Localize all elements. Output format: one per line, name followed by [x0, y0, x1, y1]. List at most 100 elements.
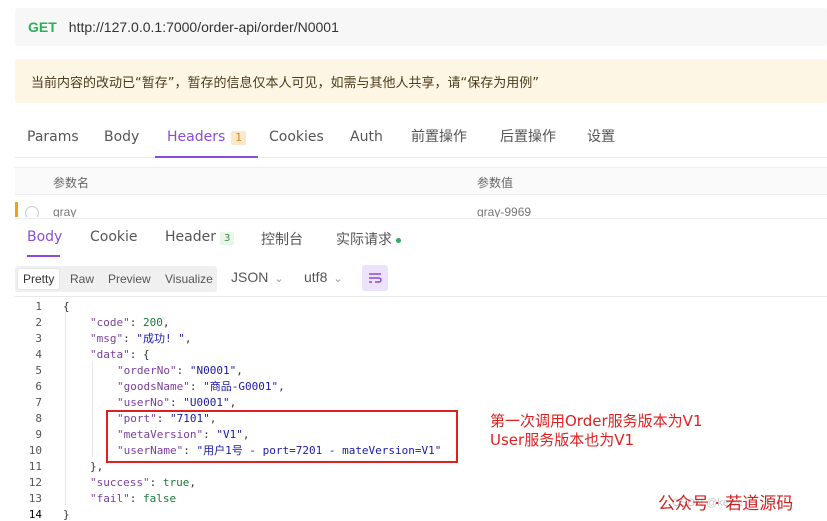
wrap-lines-button[interactable]	[362, 265, 388, 291]
line-number: 14	[28, 508, 42, 521]
code-token: "成功! "	[136, 332, 185, 345]
url-bar[interactable]: GET http://127.0.0.1:7000/order-api/orde…	[15, 8, 827, 46]
code-token: "U0001"	[183, 396, 230, 409]
tab-pre-request[interactable]: 前置操作	[411, 118, 467, 158]
params-table-header: 参数名 参数值	[15, 167, 827, 195]
code-token: {	[63, 300, 70, 313]
code-token: ,	[189, 476, 196, 489]
header-count-badge: 3	[219, 232, 235, 245]
resp-tab-cookie[interactable]: Cookie	[90, 229, 138, 245]
view-raw[interactable]: Raw	[65, 269, 99, 289]
col-param-value: 参数值	[477, 176, 514, 190]
code-token: :	[169, 396, 184, 409]
code-line: "msg": "成功! ",	[90, 331, 192, 347]
code-token: "商品-G0001"	[203, 380, 279, 393]
line-number: 4	[35, 348, 42, 361]
code-token: ,	[278, 380, 285, 393]
code-token: "userNo"	[117, 396, 170, 409]
response-toolbar: Pretty Raw Preview Visualize JSON ⌄ utf8 ⌄	[15, 263, 827, 293]
code-token: true	[162, 476, 190, 489]
line-number: 6	[35, 380, 42, 393]
line-number-gutter: 1 2 3 4 5 6 7 8 9 10 11 12 13 14	[15, 297, 50, 521]
indent-guide	[92, 361, 93, 457]
line-number: 8	[35, 412, 42, 425]
param-value[interactable]: gray-9969	[477, 205, 531, 217]
code-line: {	[63, 299, 70, 315]
row-indicator	[15, 202, 18, 217]
wrap-lines-icon	[369, 273, 382, 283]
tab-settings[interactable]: 设置	[587, 118, 615, 158]
chevron-down-icon: ⌄	[274, 273, 284, 285]
code-line: "success": true,	[90, 475, 196, 491]
code-token: :	[129, 316, 143, 329]
tab-params[interactable]: Params	[27, 118, 79, 158]
code-line: "goodsName": "商品-G0001",	[117, 379, 285, 395]
code-line: }	[63, 507, 70, 521]
view-mode-switch: Pretty Raw Preview Visualize	[15, 266, 217, 292]
param-name[interactable]: gray	[53, 205, 76, 217]
annotation-note: 第一次调用Order服务版本为V1 User服务版本也为V1	[490, 412, 703, 449]
resp-tab-body[interactable]: Body	[27, 229, 62, 245]
code-token: ,	[236, 364, 243, 377]
wechat-watermark: 公众号 · 若道源码	[658, 494, 794, 514]
view-visualize[interactable]: Visualize	[160, 269, 218, 289]
request-url[interactable]: http://127.0.0.1:7000/order-api/order/N0…	[69, 19, 339, 35]
headers-count-badge: 1	[231, 131, 247, 145]
line-number: 9	[35, 428, 42, 441]
col-param-name: 参数名	[53, 176, 90, 190]
resp-tab-header[interactable]: Header 3	[165, 229, 235, 245]
code-token: ,	[184, 332, 192, 345]
code-token: ,	[229, 396, 237, 409]
view-preview[interactable]: Preview	[103, 269, 156, 289]
http-method[interactable]: GET	[28, 19, 57, 35]
code-token: },	[90, 460, 104, 473]
code-token: }	[63, 508, 70, 521]
response-code-editor[interactable]: 1 2 3 4 5 6 7 8 9 10 11 12 13 14 {"code": 200, "msg": …	[15, 296, 827, 521]
line-number: 12	[28, 476, 42, 489]
code-token: "code"	[90, 316, 130, 329]
indent-guide	[65, 313, 66, 505]
tab-cookies[interactable]: Cookies	[269, 118, 324, 158]
code-token: "success"	[90, 476, 150, 489]
active-tab-indicator	[27, 255, 60, 257]
code-token: "fail"	[90, 492, 130, 505]
code-line: "fail": false	[90, 491, 176, 507]
code-token: "msg"	[90, 332, 124, 345]
line-number: 5	[35, 364, 42, 377]
code-token: ,	[162, 316, 170, 329]
line-number: 13	[28, 492, 42, 505]
highlight-box	[106, 410, 458, 463]
code-line: "userNo": "U0001",	[117, 395, 236, 411]
code-token: "N0001"	[189, 364, 237, 377]
code-token: : {	[129, 348, 150, 361]
code-token: 200	[143, 316, 163, 329]
code-line: "code": 200,	[90, 315, 170, 331]
line-number: 2	[35, 316, 42, 329]
code-token: :	[129, 492, 143, 505]
code-token: :	[123, 332, 137, 345]
tab-auth[interactable]: Auth	[350, 118, 383, 158]
view-pretty[interactable]: Pretty	[18, 269, 60, 289]
code-token: :	[149, 476, 163, 489]
encoding-select[interactable]: utf8 ⌄	[304, 269, 343, 285]
code-token: :	[189, 380, 204, 393]
resp-tab-console[interactable]: 控制台	[261, 229, 303, 249]
line-number: 11	[28, 460, 42, 473]
status-dot-icon	[396, 237, 401, 243]
tab-headers[interactable]: Headers 1	[155, 118, 259, 158]
tab-body[interactable]: Body	[104, 118, 139, 158]
code-line: },	[90, 459, 103, 475]
table-row[interactable]: gray gray-9969	[15, 200, 827, 217]
line-number: 7	[35, 396, 42, 409]
code-line: "orderNo": "N0001",	[117, 363, 243, 379]
code-token: "orderNo"	[117, 364, 177, 377]
response-tabs: Body Cookie Header 3 控制台 实际请求	[15, 218, 827, 257]
code-token: "data"	[90, 348, 130, 361]
code-line: "data": {	[90, 347, 150, 363]
line-number: 3	[35, 332, 42, 345]
row-radio[interactable]	[25, 206, 39, 217]
code-token: false	[143, 492, 177, 505]
format-select[interactable]: JSON ⌄	[231, 269, 284, 285]
resp-tab-actual-request[interactable]: 实际请求	[336, 229, 401, 249]
tab-post-request[interactable]: 后置操作	[500, 118, 556, 158]
